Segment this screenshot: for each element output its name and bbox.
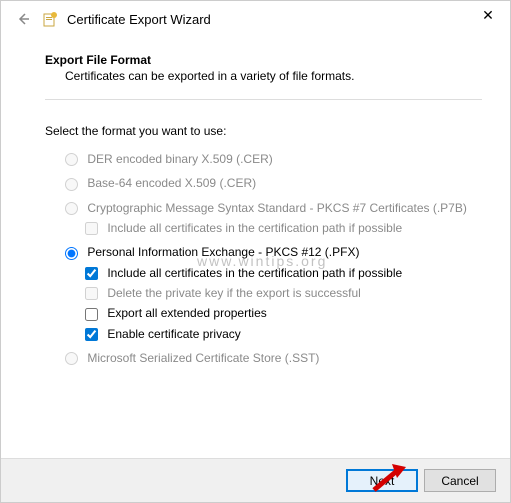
check-pfx-include-label: Include all certificates in the certific… [107,266,402,280]
radio-base64: Base-64 encoded X.509 (.CER) [65,176,482,190]
back-button[interactable] [13,9,33,29]
check-pfx-delete-label: Delete the private key if the export is … [107,286,360,300]
check-pfx-delete: Delete the private key if the export is … [85,286,482,300]
check-pfx-delete-input [85,287,98,300]
radio-pkcs7-input [65,202,78,215]
radio-pfx-input[interactable] [65,247,78,260]
check-pfx-privacy-input[interactable] [85,328,98,341]
check-pfx-privacy[interactable]: Enable certificate privacy [85,327,482,341]
check-pfx-ext-label: Export all extended properties [107,306,266,320]
check-pfx-include[interactable]: Include all certificates in the certific… [85,266,482,280]
titlebar: Certificate Export Wizard [1,1,510,35]
check-pfx-ext[interactable]: Export all extended properties [85,306,482,320]
radio-pfx-label: Personal Information Exchange - PKCS #12… [87,245,359,259]
window-title: Certificate Export Wizard [67,12,211,27]
check-pkcs7-include-label: Include all certificates in the certific… [107,221,402,235]
check-pfx-ext-input[interactable] [85,308,98,321]
section-desc: Certificates can be exported in a variet… [45,69,482,83]
wizard-icon [41,10,59,28]
check-pfx-include-input[interactable] [85,267,98,280]
check-pkcs7-include-input [85,222,98,235]
radio-pkcs7: Cryptographic Message Syntax Standard - … [65,201,482,236]
section-title: Export File Format [45,53,482,67]
radio-sst-input [65,352,78,365]
content-area: Export File Format Certificates can be e… [1,35,510,365]
radio-base64-label: Base-64 encoded X.509 (.CER) [87,176,256,190]
divider [45,99,482,100]
cancel-button[interactable]: Cancel [424,469,496,492]
radio-pkcs7-label: Cryptographic Message Syntax Standard - … [87,201,467,215]
check-pfx-privacy-label: Enable certificate privacy [107,327,240,341]
back-arrow-icon [16,12,30,26]
radio-pfx[interactable]: Personal Information Exchange - PKCS #12… [65,245,482,341]
close-button[interactable]: ✕ [472,3,504,27]
radio-der: DER encoded binary X.509 (.CER) [65,152,482,166]
close-icon: ✕ [482,7,494,24]
radio-der-input [65,153,78,166]
radio-base64-input [65,178,78,191]
format-radio-group: DER encoded binary X.509 (.CER) Base-64 … [45,152,482,365]
button-bar: Next Cancel [1,458,510,502]
radio-sst: Microsoft Serialized Certificate Store (… [65,351,482,365]
next-button[interactable]: Next [346,469,418,492]
check-pkcs7-include: Include all certificates in the certific… [85,221,482,235]
radio-sst-label: Microsoft Serialized Certificate Store (… [87,351,319,365]
radio-der-label: DER encoded binary X.509 (.CER) [87,152,272,166]
format-prompt: Select the format you want to use: [45,124,482,138]
